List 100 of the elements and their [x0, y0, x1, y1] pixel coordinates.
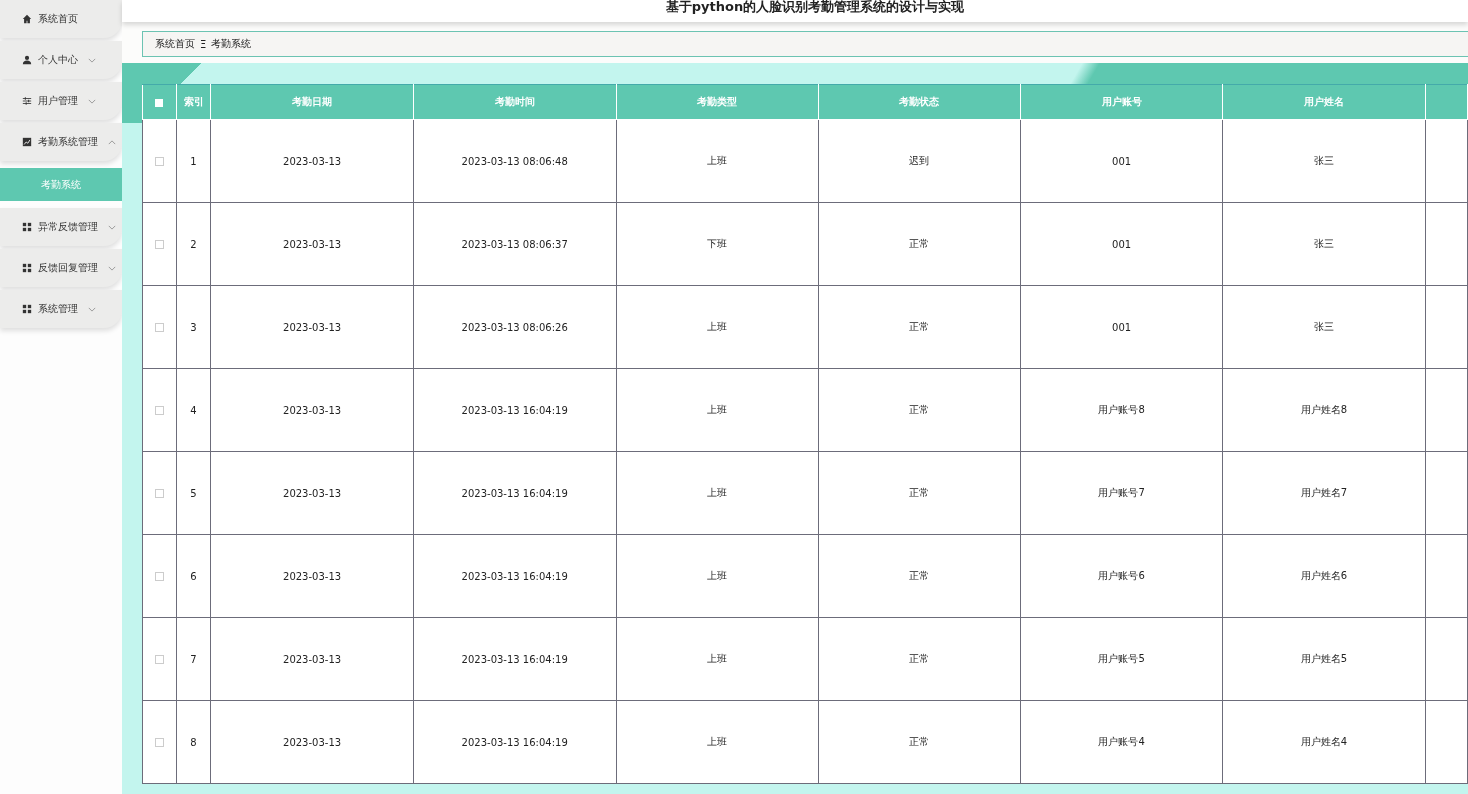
table-cell: 7: [176, 617, 211, 701]
row-checkbox[interactable]: [154, 157, 164, 166]
table-cell: 2023-03-13 08:06:37: [413, 202, 617, 286]
table-cell: 2023-03-13: [210, 285, 414, 369]
table-cell: 用户账号8: [1020, 368, 1223, 452]
chevron-down-icon: [108, 265, 116, 271]
breadcrumb-separator: Ξ: [200, 38, 207, 50]
table-cell: 2: [176, 202, 211, 286]
column-header: 考勤日期: [210, 84, 414, 120]
table-cell: 正常: [818, 534, 1021, 618]
table-cell: 2023-03-13: [210, 451, 414, 535]
table-cell: 1: [176, 119, 211, 203]
table-cell: 上班: [616, 534, 819, 618]
select-all-checkbox[interactable]: [155, 98, 164, 107]
column-header: 用户账号: [1020, 84, 1223, 120]
grid-icon: [22, 304, 32, 314]
sidebar-item[interactable]: 个人中心: [0, 41, 122, 79]
table-cell: 用户姓名7: [1222, 451, 1425, 535]
chart-icon: [22, 137, 32, 147]
table-cell: 2023-03-13 16:04:19: [413, 534, 617, 618]
sidebar-item[interactable]: 异常反馈管理: [0, 208, 122, 246]
table-cell: 用户姓名6: [1222, 534, 1425, 618]
sidebar-item[interactable]: 考勤系统管理: [0, 123, 122, 161]
column-header: 用户姓名: [1222, 84, 1425, 120]
table-cell: 张三: [1222, 285, 1425, 369]
row-checkbox[interactable]: [154, 655, 164, 664]
table-cell: 下班: [616, 202, 819, 286]
table-cell: 用户账号4: [1020, 700, 1223, 784]
column-header: 考勤状态: [818, 84, 1021, 120]
table-cell: 上班: [616, 119, 819, 203]
row-checkbox[interactable]: [154, 240, 164, 249]
table-cell: 上班: [616, 368, 819, 452]
table-cell: 4: [176, 368, 211, 452]
table-cell: 上班: [616, 617, 819, 701]
table-cell: 正常: [818, 368, 1021, 452]
table-cell: 上班: [616, 285, 819, 369]
table-cell: 用户姓名4: [1222, 700, 1425, 784]
table-cell: 2023-03-13: [210, 368, 414, 452]
table-cell: 正常: [818, 700, 1021, 784]
user-icon: [22, 55, 32, 65]
column-header: 考勤时间: [413, 84, 617, 120]
menu-label: 考勤系统管理: [38, 135, 98, 149]
table-cell: 5: [176, 451, 211, 535]
table-cell: 用户账号6: [1020, 534, 1223, 618]
table-cell: 正常: [818, 617, 1021, 701]
sidebar-item[interactable]: 系统管理: [0, 290, 122, 328]
breadcrumb-link[interactable]: 考勤系统: [211, 37, 252, 51]
table-cell: 2023-03-13: [210, 700, 414, 784]
page-title: 基于python的人脸识别考勤管理系统的设计与实现: [665, 0, 965, 13]
chevron-down-icon: [108, 224, 116, 230]
menu-label: 反馈回复管理: [38, 261, 98, 275]
table-cell: 2023-03-13 16:04:19: [413, 617, 617, 701]
table-cell: 2023-03-13: [210, 534, 414, 618]
table-cell: 张三: [1222, 202, 1425, 286]
table-cell: 上班: [616, 700, 819, 784]
grid-icon: [22, 222, 32, 232]
header-cell: [1425, 84, 1468, 120]
breadcrumb-link[interactable]: 系统首页: [155, 37, 195, 51]
sidebar-item[interactable]: 用户管理: [0, 82, 122, 120]
menu-label: 异常反馈管理: [38, 220, 98, 234]
row-checkbox[interactable]: [154, 323, 164, 332]
table-cell: 8: [176, 700, 211, 784]
row-checkbox[interactable]: [154, 738, 164, 747]
table-cell: 用户姓名5: [1222, 617, 1425, 701]
row-checkbox[interactable]: [154, 572, 164, 581]
table-cell: 2023-03-13 08:06:26: [413, 285, 617, 369]
column-header: 考勤类型: [616, 84, 819, 120]
table-cell: 用户账号5: [1020, 617, 1223, 701]
chevron-down-icon: [88, 306, 96, 312]
row-checkbox[interactable]: [154, 489, 164, 498]
sliders-icon: [22, 96, 32, 106]
table-cell: 001: [1020, 119, 1223, 203]
table-cell: 用户姓名8: [1222, 368, 1425, 452]
sidebar-item[interactable]: 系统首页: [0, 0, 122, 38]
table-cell: 2023-03-13 16:04:19: [413, 700, 617, 784]
table-cell: 正常: [818, 285, 1021, 369]
grid-icon: [22, 263, 32, 273]
table-cell: 001: [1020, 202, 1223, 286]
chevron-down-icon: [88, 57, 96, 63]
column-header: 索引: [176, 84, 211, 120]
table-cell: 6: [176, 534, 211, 618]
table-cell: 2023-03-13: [210, 202, 414, 286]
chevron-up-icon: [108, 139, 116, 145]
table-cell: 2023-03-13 16:04:19: [413, 368, 617, 452]
table-cell: 2023-03-13: [210, 119, 414, 203]
table-cell: 张三: [1222, 119, 1425, 203]
menu-label: 个人中心: [38, 53, 78, 67]
table-cell: 2023-03-13 16:04:19: [413, 451, 617, 535]
table-cell: 用户账号7: [1020, 451, 1223, 535]
sidebar-item[interactable]: 反馈回复管理: [0, 249, 122, 287]
chevron-down-icon: [88, 98, 96, 104]
table-cell: 上班: [616, 451, 819, 535]
table-cell: 3: [176, 285, 211, 369]
table-cell: 迟到: [818, 119, 1021, 203]
table-cell: 正常: [818, 202, 1021, 286]
table-cell: 001: [1020, 285, 1223, 369]
home-icon: [22, 14, 32, 24]
menu-label: 系统管理: [38, 302, 78, 316]
row-checkbox[interactable]: [154, 406, 164, 415]
table-cell: 2023-03-13: [210, 617, 414, 701]
